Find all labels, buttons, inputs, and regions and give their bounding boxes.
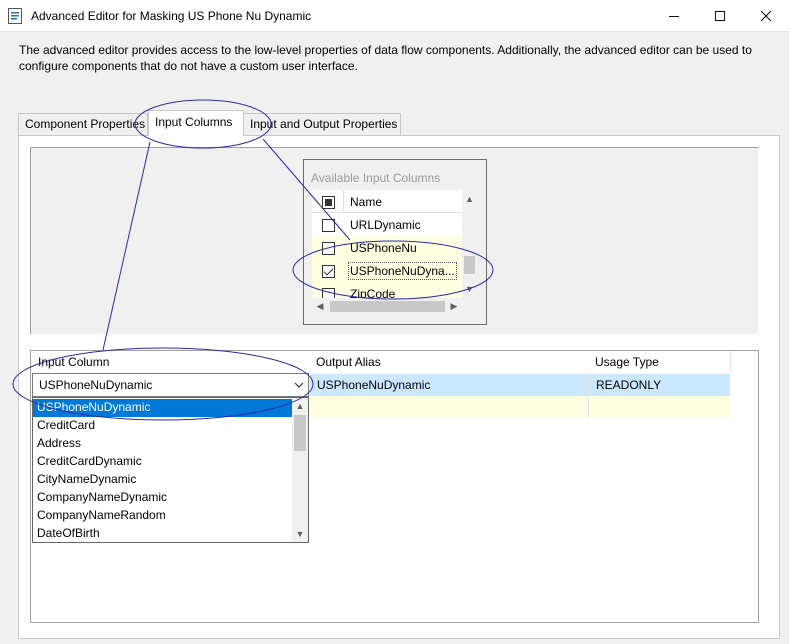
dropdown-option[interactable]: CreditCardDynamic	[33, 453, 293, 471]
select-all-checkbox[interactable]	[322, 196, 335, 209]
scroll-left-icon[interactable]: ◀	[314, 299, 326, 314]
available-columns-list: Name URLDynamic USPhoneNu USPhoneNuDyna.…	[312, 190, 477, 298]
available-column-row[interactable]: USPhoneNuDyna...	[312, 259, 462, 282]
dropdown-option[interactable]: CityNameDynamic	[33, 471, 293, 489]
column-checkbox[interactable]	[322, 242, 335, 255]
tab-component-properties[interactable]: Component Properties	[18, 113, 148, 135]
header-separator	[343, 190, 344, 213]
name-header: Name	[350, 195, 383, 209]
input-column-dropdown-list[interactable]: USPhoneNuDynamic CreditCard Address Cred…	[32, 397, 309, 543]
available-columns-hscrollbar[interactable]: ◀ ▶	[312, 298, 462, 315]
output-alias-header[interactable]: Output Alias	[309, 351, 589, 373]
dropdown-option[interactable]: USPhoneNuDynamic	[33, 399, 293, 417]
dropdown-option[interactable]: CompanyNameDynamic	[33, 489, 293, 507]
dropdown-option[interactable]: CreditCard	[33, 417, 293, 435]
available-columns-title: Available Input Columns	[311, 171, 441, 185]
output-alias-cell[interactable]: USPhoneNuDynamic	[310, 374, 588, 396]
column-name: USPhoneNu	[350, 241, 417, 255]
column-checkbox[interactable]	[322, 219, 335, 232]
new-row[interactable]	[310, 396, 730, 418]
scroll-down-icon[interactable]: ▼	[292, 527, 308, 541]
combobox-value: USPhoneNuDynamic	[39, 378, 153, 392]
minimize-button[interactable]	[651, 0, 697, 32]
cell-divider	[588, 396, 589, 418]
available-column-row[interactable]: USPhoneNu	[312, 236, 462, 259]
close-button[interactable]	[743, 0, 789, 32]
scroll-up-icon[interactable]: ▲	[462, 192, 477, 206]
available-columns-vscrollbar[interactable]: ▲ ▼	[462, 190, 477, 298]
column-checkbox[interactable]	[322, 265, 335, 278]
combobox-dropdown-button[interactable]	[291, 375, 307, 395]
app-icon	[8, 8, 22, 24]
input-column-header[interactable]: Input Column	[31, 351, 310, 373]
available-column-row[interactable]: ZipCode	[312, 282, 462, 298]
column-name: URLDynamic	[350, 218, 421, 232]
dropdown-scroll-thumb[interactable]	[294, 415, 306, 451]
window-title: Advanced Editor for Masking US Phone Nu …	[31, 9, 312, 23]
scroll-thumb[interactable]	[330, 301, 445, 312]
dropdown-option[interactable]: DateOfBirth	[33, 525, 293, 542]
column-checkbox[interactable]	[322, 288, 335, 298]
input-column-combobox[interactable]: USPhoneNuDynamic	[32, 373, 309, 397]
maximize-icon	[715, 11, 725, 21]
dropdown-option[interactable]: Address	[33, 435, 293, 453]
available-column-row[interactable]: URLDynamic	[312, 213, 462, 236]
description-text: The advanced editor provides access to t…	[19, 43, 752, 73]
scroll-up-icon[interactable]: ▲	[292, 399, 308, 413]
scroll-thumb[interactable]	[464, 256, 475, 274]
maximize-button[interactable]	[697, 0, 743, 32]
usage-type-header[interactable]: Usage Type	[588, 351, 731, 373]
dropdown-option[interactable]: CompanyNameRandom	[33, 507, 293, 525]
scroll-down-icon[interactable]: ▼	[462, 282, 477, 296]
scroll-right-icon[interactable]: ▶	[448, 299, 460, 314]
tab-input-columns[interactable]: Input Columns	[148, 110, 244, 136]
column-name: ZipCode	[350, 287, 396, 298]
available-columns-header: Name	[312, 190, 462, 213]
usage-type-cell[interactable]: READONLY	[588, 374, 730, 396]
minimize-icon	[669, 16, 679, 17]
table-row[interactable]: USPhoneNuDynamic READONLY	[310, 374, 730, 396]
chevron-down-icon	[294, 382, 304, 388]
tab-input-output-properties[interactable]: Input and Output Properties	[243, 113, 401, 135]
column-name: USPhoneNuDyna...	[348, 262, 457, 280]
close-icon	[760, 10, 772, 22]
